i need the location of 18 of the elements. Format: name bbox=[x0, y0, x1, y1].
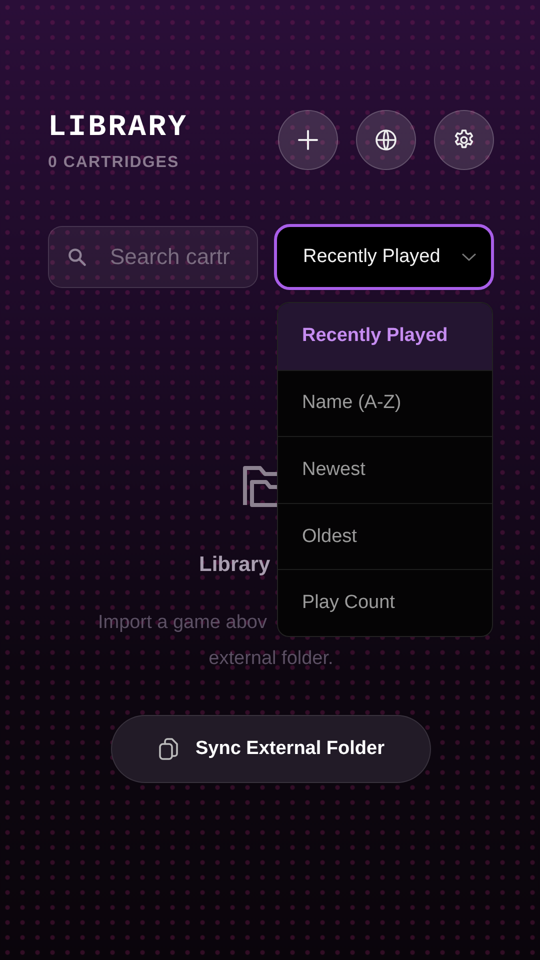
empty-state-message: external folder. bbox=[208, 648, 334, 669]
cartridge-count: 0 CARTRIDGES bbox=[48, 154, 180, 172]
globe-button[interactable] bbox=[356, 110, 416, 170]
chevron-down-icon bbox=[461, 252, 477, 262]
library-title: LIBRARY bbox=[48, 112, 188, 144]
empty-state-title: Library bbox=[199, 553, 270, 576]
empty-state-message: Import a game abov bbox=[98, 612, 267, 633]
search-icon bbox=[66, 246, 88, 268]
sort-option[interactable]: Newest bbox=[278, 436, 492, 503]
add-button[interactable] bbox=[278, 110, 338, 170]
sync-folder-button[interactable]: Sync External Folder bbox=[111, 715, 431, 783]
plus-icon bbox=[296, 128, 320, 152]
sort-option[interactable]: Play Count bbox=[278, 569, 492, 636]
sort-option[interactable]: Recently Played bbox=[278, 303, 492, 370]
globe-icon bbox=[374, 128, 398, 152]
sort-option[interactable]: Oldest bbox=[278, 502, 492, 570]
sort-option[interactable]: Name (A-Z) bbox=[278, 370, 492, 436]
sort-select[interactable]: Recently Played bbox=[274, 224, 494, 290]
